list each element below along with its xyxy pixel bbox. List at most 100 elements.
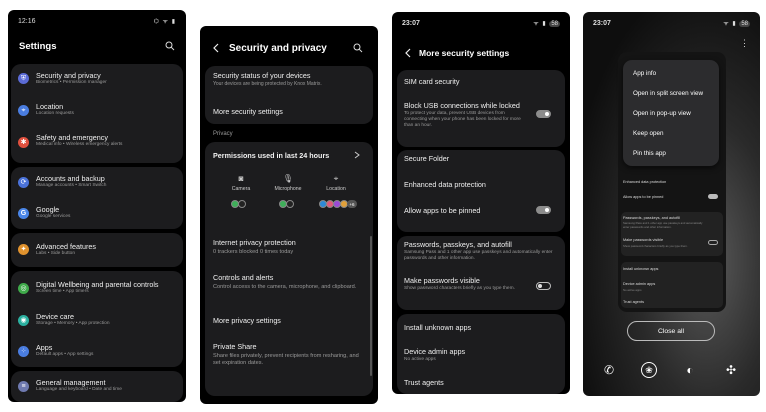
preview-text: Make passwords visible	[623, 238, 664, 242]
controls-alerts-sub: Control access to the camera, microphone…	[213, 284, 357, 290]
install-unknown-apps-item[interactable]: Install unknown apps	[404, 323, 471, 332]
menu-item-keep-open[interactable]: Keep open	[633, 130, 663, 137]
scrollbar[interactable]	[370, 236, 372, 376]
sliders-icon: ≡	[18, 381, 29, 392]
back-arrow-icon[interactable]	[212, 43, 220, 53]
clock: 23:07	[402, 19, 420, 27]
settings-item-label: Location	[36, 102, 64, 111]
location-pin-icon: ⌖	[18, 105, 29, 116]
device-admin-title: Device admin apps	[404, 347, 466, 356]
secure-folder-item[interactable]: Secure Folder	[404, 154, 449, 163]
location-label: Location	[326, 186, 346, 192]
security-status-title: Security status of your devices	[213, 71, 311, 80]
block-usb-toggle[interactable]	[536, 110, 551, 118]
sync-icon: ⟳	[18, 177, 29, 188]
make-passwords-visible-toggle[interactable]	[536, 282, 551, 290]
preview-text: Show password characters briefly as you …	[623, 244, 688, 248]
status-icons: ⌬ ᯤ ▮	[153, 19, 176, 25]
preview-text: Passwords, passkeys, and autofill	[623, 216, 680, 220]
apps-grid-icon: ⁘	[18, 346, 29, 357]
device-admin-sub: No active apps	[404, 357, 436, 362]
clock: 23:07	[593, 19, 611, 27]
settings-item-sub: Default apps • App settings	[36, 352, 94, 357]
menu-item-popup-view[interactable]: Open in pop-up view	[633, 110, 691, 117]
settings-item-label: Apps	[36, 343, 53, 352]
block-usb-title: Block USB connections while locked	[404, 101, 520, 110]
apps-cluster-icon[interactable]: ✣	[723, 362, 739, 378]
search-icon[interactable]	[165, 41, 175, 51]
controls-alerts-title: Controls and alerts	[213, 273, 274, 282]
whatsapp-icon[interactable]: ✆	[601, 362, 617, 378]
menu-item-app-info[interactable]: App info	[633, 70, 656, 77]
star-gear-icon: ✦	[18, 244, 29, 255]
status-icons: ᯤ ▮ 58	[723, 21, 750, 27]
preview-text: No active apps	[623, 288, 642, 292]
camera-label: Camera	[231, 186, 251, 192]
location-pin-icon: ⌖	[333, 174, 339, 183]
enhanced-data-protection-item[interactable]: Enhanced data protection	[404, 180, 486, 189]
settings-item-sub: Location requests	[36, 111, 74, 116]
settings-item-sub: Screen time • App timers	[36, 289, 89, 294]
passwords-autofill-sub: Samsung Pass and 1 other app use passkey…	[404, 250, 553, 261]
page-title: Settings	[19, 41, 57, 52]
camera-icon: ◙	[238, 174, 244, 183]
menu-item-pin-app[interactable]: Pin this app	[633, 150, 666, 157]
trust-agents-item[interactable]: Trust agents	[404, 378, 444, 387]
settings-screen: 12:16 ⌬ ᯤ ▮ Settings ⛨ Security and priv…	[8, 10, 186, 402]
preview-text: Device admin apps	[623, 282, 656, 286]
settings-item-sub: Manage accounts • Smart Switch	[36, 183, 107, 188]
status-icons: ᯤ ▮ 58	[533, 21, 560, 27]
flower-app-icon[interactable]: ❀	[641, 362, 657, 378]
more-apps-badge: +6	[347, 200, 357, 208]
preview-text: Enhanced data protection	[623, 180, 667, 184]
settings-item-label: Device care	[36, 312, 74, 321]
settings-item-sub: Storage • Memory • App protection	[36, 321, 110, 326]
device-care-icon: ◉	[18, 315, 29, 326]
page-title: Security and privacy	[229, 43, 327, 54]
make-passwords-visible-sub: Show password characters briefly as you …	[404, 286, 515, 291]
preview-text: Trust agents	[623, 300, 644, 304]
internet-browser-icon[interactable]: ◐	[682, 362, 698, 378]
more-privacy-settings-item[interactable]: More privacy settings	[213, 316, 281, 325]
settings-item-label: Safety and emergency	[36, 133, 108, 142]
block-usb-sub: To protect your data, prevent USB device…	[404, 111, 521, 128]
settings-item-label: Google	[36, 205, 60, 214]
allow-pinned-toggle[interactable]	[536, 206, 551, 214]
menu-item-split-screen[interactable]: Open in split screen view	[633, 90, 703, 97]
more-security-settings-item[interactable]: More security settings	[213, 107, 283, 116]
shield-icon: ⛨	[18, 73, 29, 84]
more-options-icon[interactable]: ⋮	[740, 38, 749, 49]
allow-apps-pinned-item[interactable]: Allow apps to be pinned	[404, 206, 480, 215]
permissions-title: Permissions used in last 24 hours	[213, 151, 330, 160]
search-icon[interactable]	[353, 43, 363, 53]
app-icon	[286, 200, 294, 208]
settings-item-sub: Labs • Side button	[36, 251, 76, 256]
microphone-label: Microphone	[274, 186, 302, 192]
battery-level: 58	[549, 21, 560, 27]
settings-item-label: Accounts and backup	[36, 174, 105, 183]
settings-item-label: General management	[36, 378, 106, 387]
back-arrow-icon[interactable]	[404, 48, 412, 58]
close-all-button[interactable]: Close all	[627, 321, 715, 341]
private-share-title: Private Share	[213, 342, 257, 351]
preview-text: Allow apps to be pinned	[623, 195, 664, 199]
wellbeing-icon: ◎	[18, 283, 29, 294]
google-icon: G	[18, 208, 29, 219]
microphone-icon: 🎙	[282, 174, 294, 183]
internet-privacy-sub: 0 trackers blocked 0 times today	[213, 249, 294, 255]
private-share-sub: Share files privately, prevent recipient…	[213, 353, 359, 367]
status-bar: 23:07 ᯤ ▮ 58	[593, 18, 750, 28]
settings-item-sub: Language and keyboard • Date and time	[36, 387, 122, 392]
make-passwords-visible-title: Make passwords visible	[404, 276, 480, 285]
preview-text: Install unknown apps	[623, 267, 659, 271]
more-security-settings-screen: 23:07 ᯤ ▮ 58 More security settings SIM …	[392, 12, 570, 394]
sim-card-security-item[interactable]: SIM card security	[404, 77, 460, 86]
status-bar: 23:07 ᯤ ▮ 58	[402, 18, 560, 28]
settings-item-sub: Biometrics • Permission manager	[36, 80, 107, 85]
page-title: More security settings	[419, 48, 510, 58]
preview-toggle	[708, 240, 718, 245]
battery-level: 58	[739, 21, 750, 27]
settings-item-label: Security and privacy	[36, 71, 101, 80]
chevron-right-icon	[354, 151, 360, 159]
passwords-autofill-title: Passwords, passkeys, and autofill	[404, 240, 512, 249]
